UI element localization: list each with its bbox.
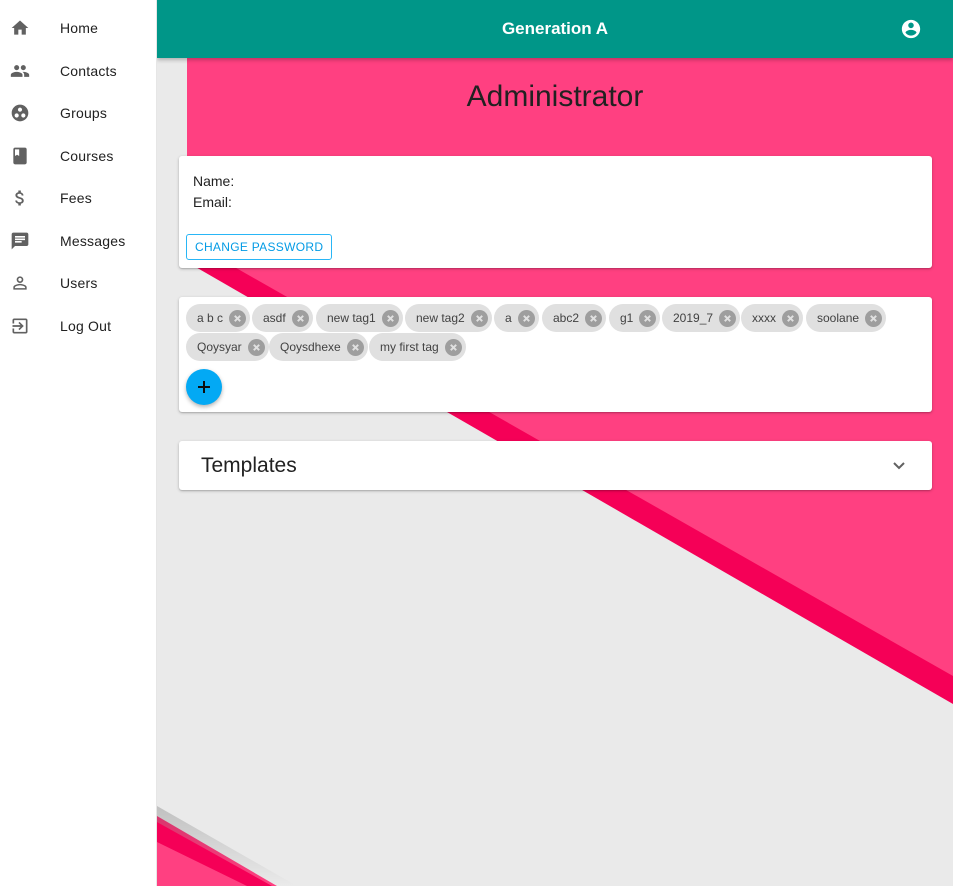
sidebar-item-label: Groups	[60, 105, 108, 121]
app-title: Generation A	[501, 19, 609, 38]
email-label: Email:	[193, 194, 232, 210]
sidebar-item-groups[interactable]: Groups	[0, 93, 157, 133]
remove-tag-icon[interactable]	[782, 309, 799, 327]
remove-tag-icon[interactable]	[639, 309, 657, 327]
remove-tag-icon[interactable]	[865, 309, 883, 327]
dollar-icon	[10, 188, 30, 208]
change-password-button[interactable]: CHANGE PASSWORD	[186, 234, 333, 260]
remove-tag-icon[interactable]	[517, 309, 535, 327]
sidebar-item-home[interactable]: Home	[0, 8, 157, 48]
tag-chip[interactable]: abc2	[542, 304, 607, 332]
tag-chip[interactable]: new tag2	[405, 304, 492, 332]
book-icon	[10, 146, 30, 166]
chevron-down-icon[interactable]	[892, 458, 906, 472]
sidebar-item-label: Log Out	[60, 318, 112, 334]
sidebar-item-label: Contacts	[60, 63, 117, 79]
remove-tag-icon[interactable]	[229, 309, 247, 327]
sidebar-item-fees[interactable]: Fees	[0, 178, 157, 218]
tag-chip[interactable]: my first tag	[369, 333, 466, 361]
main-content: Generation A Administrator Name: Email: …	[157, 0, 953, 886]
remove-tag-icon[interactable]	[444, 338, 462, 356]
tag-chip[interactable]: 2019_7	[662, 304, 741, 332]
sidebar-item-messages[interactable]: Messages	[0, 221, 157, 261]
sidebar: Home Contacts Groups Courses Fees Messag…	[0, 0, 157, 886]
sidebar-item-label: Courses	[60, 148, 114, 164]
remove-tag-icon[interactable]	[247, 338, 265, 356]
remove-tag-icon[interactable]	[346, 338, 364, 356]
contacts-icon	[10, 61, 30, 81]
tag-chip[interactable]: a b c	[186, 304, 251, 332]
tag-chip[interactable]: xxxx	[741, 304, 803, 332]
profile-card: Name: Email: CHANGE PASSWORD	[179, 156, 932, 268]
groups-icon	[10, 103, 30, 123]
tag-chip[interactable]: asdf	[252, 304, 313, 332]
sidebar-item-contacts[interactable]: Contacts	[0, 51, 157, 91]
account-circle-icon[interactable]	[900, 18, 922, 40]
sidebar-item-users[interactable]: Users	[0, 263, 157, 303]
remove-tag-icon[interactable]	[381, 309, 399, 327]
home-icon	[10, 18, 30, 38]
tag-chip[interactable]: soolane	[806, 304, 887, 332]
sidebar-item-label: Messages	[60, 233, 126, 249]
plus-icon	[198, 381, 210, 393]
remove-tag-icon[interactable]	[585, 309, 603, 327]
templates-panel[interactable]: Templates	[179, 441, 932, 490]
tag-chip[interactable]: Qoysyar	[186, 333, 269, 361]
sidebar-item-log-out[interactable]: Log Out	[0, 306, 157, 346]
sidebar-item-label: Users	[60, 275, 98, 291]
page-title: Administrator	[466, 80, 644, 113]
user-icon	[10, 273, 30, 293]
tag-chip[interactable]: g1	[609, 304, 661, 332]
logout-icon	[10, 316, 30, 336]
app-bar: Generation A	[157, 0, 953, 58]
remove-tag-icon[interactable]	[470, 309, 488, 327]
tag-chip[interactable]: new tag1	[316, 304, 403, 332]
sidebar-item-courses[interactable]: Courses	[0, 136, 157, 176]
remove-tag-icon[interactable]	[719, 309, 737, 327]
name-label: Name:	[193, 173, 235, 189]
tags-card: a b c asdf new tag1 new tag2 a abc2 g1 2…	[179, 297, 932, 412]
add-tag-button[interactable]	[186, 369, 222, 405]
templates-label: Templates	[201, 454, 297, 477]
tag-chip[interactable]: Qoysdhexe	[269, 333, 368, 361]
sidebar-item-label: Home	[60, 20, 99, 36]
remove-tag-icon[interactable]	[291, 309, 309, 327]
message-icon	[10, 231, 30, 251]
sidebar-item-label: Fees	[60, 190, 92, 206]
tag-chip[interactable]: a	[494, 304, 539, 332]
